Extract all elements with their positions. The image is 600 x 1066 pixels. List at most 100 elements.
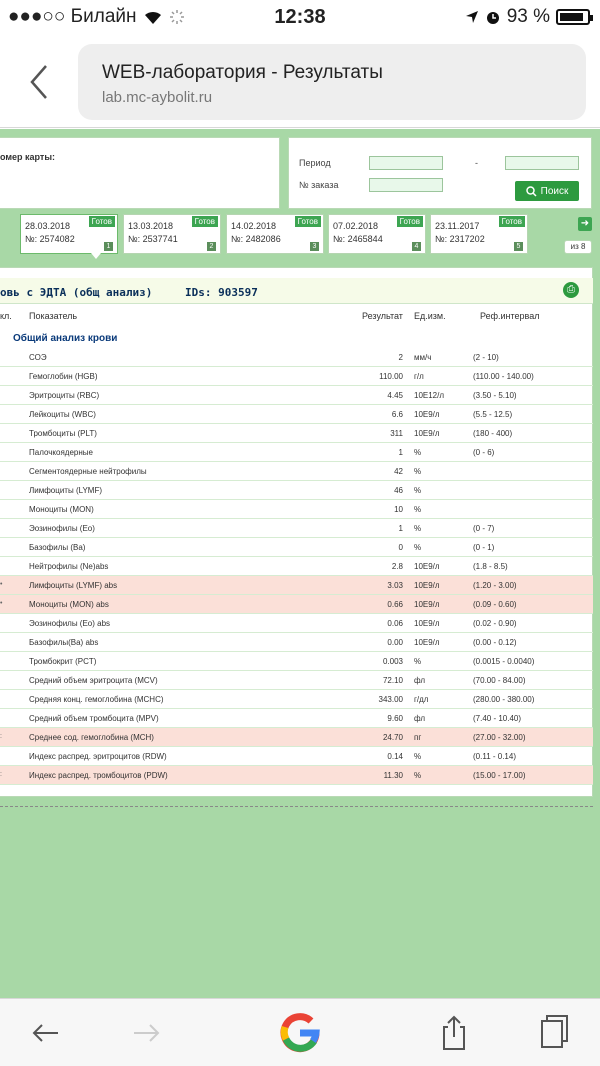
search-button-label: Поиск — [540, 185, 569, 197]
status-bar: ●●●○○ Билайн 12:38 93 % — [0, 0, 600, 36]
table-row: Эозинофилы (Eo) abs 0.06 10E9/л (0.02 - 0.9… — [0, 614, 593, 633]
order-index: 1 — [104, 242, 113, 251]
column-header-ref: Реф.интервал — [480, 311, 540, 321]
row-result: 2 — [398, 353, 403, 362]
row-mark: • — [0, 581, 3, 588]
order-card[interactable]: 07.02.2018 №: 2465844 Готов 4 — [328, 214, 426, 254]
row-result: 0.003 — [382, 657, 403, 666]
print-icon[interactable]: ⎙ — [563, 282, 579, 298]
row-result: 0 — [398, 543, 403, 552]
forward-arrow-icon[interactable] — [122, 1009, 170, 1057]
table-row: Лимфоциты (LYMF) 46% — [0, 481, 593, 500]
order-date: 14.02.2018 — [231, 221, 277, 231]
order-number: №: 2574082 — [25, 234, 75, 244]
row-indicator: Моноциты (MON) — [29, 505, 94, 514]
table-row: • Моноциты (MON) abs 0.66 10E9/л (0.09 - 0.6… — [0, 595, 593, 614]
period-from-input[interactable] — [369, 156, 443, 170]
table-row: Палочкоядерные 1% (0 - 6) — [0, 443, 593, 462]
table-row: • Лимфоциты (LYMF) abs 3.03 10E9/л (1.20 - 3… — [0, 576, 593, 595]
row-indicator: Индекс распред. тромбоцитов (PDW) — [29, 771, 168, 780]
table-row: : Среднее сод. гемоглобина (MCH) 24.70 пг (2… — [0, 728, 593, 747]
row-indicator: Палочкоядерные — [29, 448, 93, 457]
row-ref: (1.8 - 8.5) — [473, 562, 508, 571]
row-unit: % — [414, 486, 422, 495]
column-header-unit: Ед.изм. — [414, 311, 446, 321]
order-status-badge: Готов — [498, 216, 525, 227]
row-unit: % — [414, 752, 422, 761]
table-end-divider — [0, 806, 593, 807]
address-bar[interactable]: WEB-лаборатория - Результаты lab.mc-aybo… — [78, 44, 586, 120]
table-row: Средняя конц. гемоглобина (MCHC) 343.00 г/… — [0, 690, 593, 709]
row-ref: (3.50 - 5.10) — [473, 391, 517, 400]
row-indicator: СОЭ — [29, 353, 47, 362]
order-card[interactable]: 13.03.2018 №: 2537741 Готов 2 — [123, 214, 221, 254]
order-card[interactable]: 23.11.2017 №: 2317202 Готов 5 — [430, 214, 528, 254]
order-status-badge: Готов — [396, 216, 423, 227]
google-logo[interactable] — [276, 1009, 324, 1057]
share-icon[interactable] — [430, 1009, 478, 1057]
back-arrow-icon[interactable] — [22, 1009, 70, 1057]
row-indicator: Средний объем тромбоцита (MPV) — [29, 714, 159, 723]
results-table: СОЭ 2 мм/ч (2 - 10) Гемоглобин (HGB) 110.00 г/… — [0, 348, 593, 785]
row-unit: 10E9/л — [414, 638, 440, 647]
row-result: 11.30 — [383, 771, 403, 780]
row-result: 42 — [394, 467, 403, 476]
tabs-icon[interactable] — [530, 1009, 578, 1057]
row-result: 72.10 — [382, 676, 403, 685]
location-arrow-icon — [465, 11, 478, 23]
table-row: Средний объем тромбоцита (MPV) 9.60 фл (7.4… — [0, 709, 593, 728]
row-indicator: Тромбоциты (PLT) — [29, 429, 97, 438]
row-ref: (15.00 - 17.00) — [473, 771, 526, 780]
row-indicator: Средний объем эритроцита (MCV) — [29, 676, 158, 685]
table-row: Сегментоядерные нейтрофилы 42% — [0, 462, 593, 481]
order-number-input[interactable] — [369, 178, 443, 192]
table-row: Базофилы(Ba) abs 0.00 10E9/л (0.00 - 0.12) — [0, 633, 593, 652]
table-row: Тромбоциты (PLT) 311 10E9/л (180 - 400) — [0, 424, 593, 443]
row-result: 1 — [398, 448, 403, 457]
row-indicator: Среднее сод. гемоглобина (MCH) — [29, 733, 154, 742]
row-ref: (27.00 - 32.00) — [473, 733, 526, 742]
card-number-label: омер карты: — [0, 152, 56, 162]
row-ref: (70.00 - 84.00) — [473, 676, 526, 685]
search-icon — [525, 185, 537, 197]
table-row: Гемоглобин (HGB) 110.00 г/л (110.00 - 140.0… — [0, 367, 593, 386]
row-unit: 10E9/л — [414, 581, 440, 590]
row-result: 110.00 — [379, 372, 403, 381]
row-unit: % — [414, 505, 422, 514]
row-result: 9.60 — [387, 714, 403, 723]
table-row: Лейкоциты (WBC) 6.6 10E9/л (5.5 - 12.5) — [0, 405, 593, 424]
order-card[interactable]: 28.03.2018 №: 2574082 Готов 1 — [20, 214, 118, 259]
order-date: 13.03.2018 — [128, 221, 174, 231]
row-result: 6.6 — [391, 410, 403, 419]
row-unit: г/л — [414, 372, 424, 381]
table-row: Моноциты (MON) 10% — [0, 500, 593, 519]
row-indicator: Моноциты (MON) abs — [29, 600, 109, 609]
page-title: WEB-лаборатория - Результаты — [102, 62, 383, 83]
result-header: овь с ЭДТА (общ анализ) IDs: 903597 ⎙ — [0, 278, 593, 304]
order-number: №: 2482086 — [231, 234, 281, 244]
period-label: Период — [299, 158, 331, 168]
row-unit: фл — [414, 676, 426, 685]
row-unit: 10E9/л — [414, 562, 440, 571]
row-result: 0.14 — [387, 752, 403, 761]
row-indicator: Индекс распред. эритроцитов (RDW) — [29, 752, 167, 761]
browser-nav-bar: WEB-лаборатория - Результаты lab.mc-aybo… — [0, 36, 600, 128]
arrow-right-icon[interactable]: ➜ — [578, 217, 592, 231]
row-result: 0.66 — [387, 600, 403, 609]
order-number: №: 2317202 — [435, 234, 485, 244]
search-form: омер карты: Период - № заказа Поиск — [0, 137, 600, 211]
row-ref: (0.00 - 0.12) — [473, 638, 517, 647]
order-status-badge: Готов — [294, 216, 321, 227]
column-header-result: Результат — [362, 311, 403, 321]
search-button[interactable]: Поиск — [515, 181, 579, 201]
order-card[interactable]: 14.02.2018 №: 2482086 Готов 3 — [226, 214, 324, 254]
row-ref: (0 - 1) — [473, 543, 495, 552]
status-right: 93 % — [465, 6, 593, 28]
period-to-input[interactable] — [505, 156, 579, 170]
row-indicator: Эритроциты (RBC) — [29, 391, 100, 400]
row-result: 2.8 — [391, 562, 403, 571]
order-date: 07.02.2018 — [333, 221, 379, 231]
page-count[interactable]: из 8 — [564, 240, 592, 254]
chevron-left-icon[interactable] — [22, 60, 56, 104]
row-unit: пг — [414, 733, 422, 742]
